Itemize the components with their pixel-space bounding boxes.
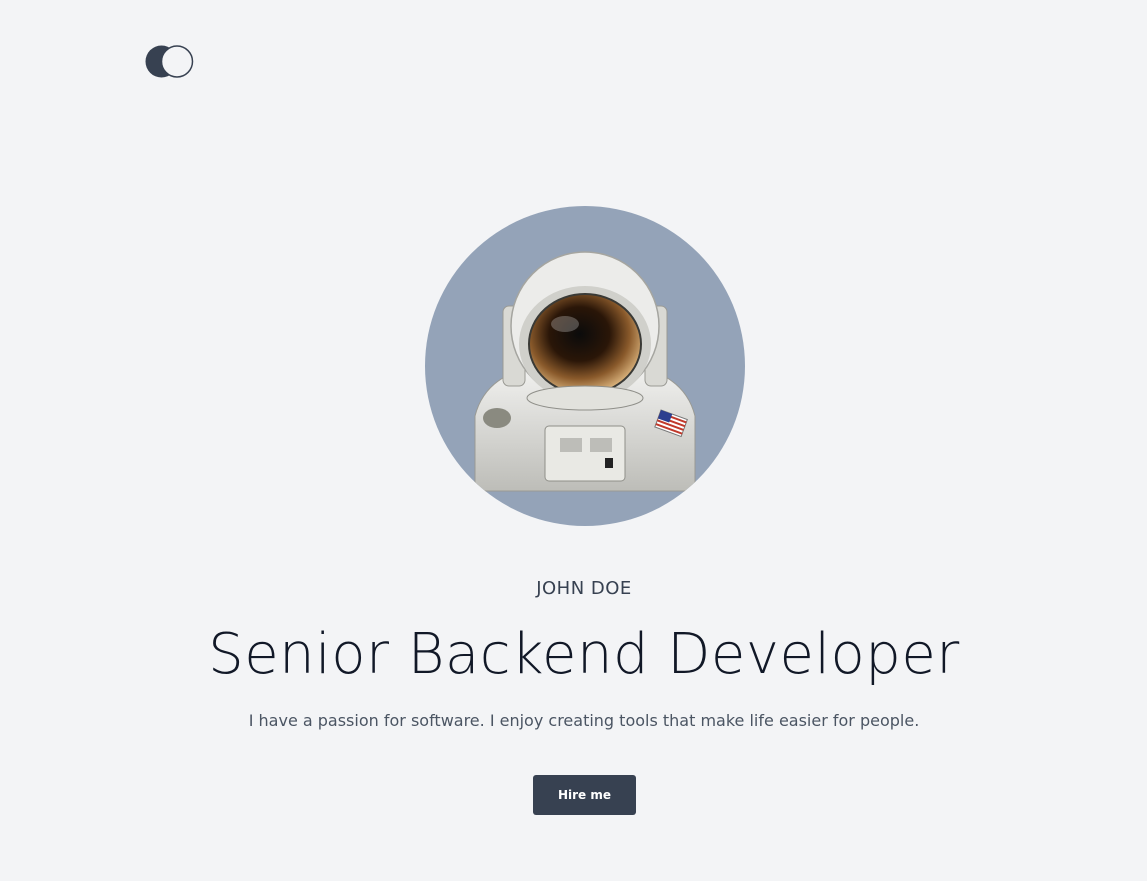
- logo-icon[interactable]: [145, 45, 194, 78]
- avatar: [425, 206, 745, 526]
- page-title: Senior Backend Developer: [208, 622, 960, 687]
- profile-name: JOHN DOE: [536, 578, 632, 599]
- astronaut-illustration: [474, 251, 696, 492]
- bio-text: I have a passion for software. I enjoy c…: [248, 711, 920, 730]
- hire-me-button[interactable]: Hire me: [533, 775, 636, 815]
